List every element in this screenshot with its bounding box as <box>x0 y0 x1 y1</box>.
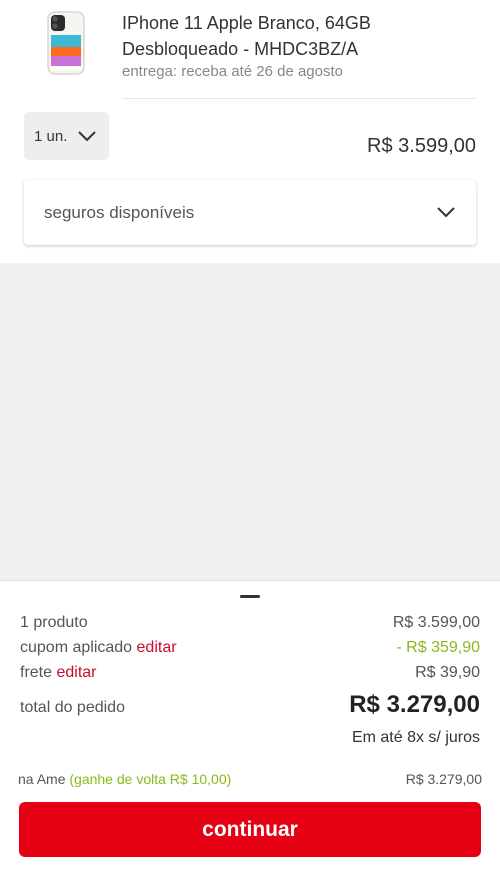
shipping-value: R$ 39,90 <box>415 664 480 681</box>
chevron-down-icon <box>78 131 97 142</box>
quantity-label: 1 un. <box>34 127 68 145</box>
shipping-edit-link[interactable]: editar <box>56 664 96 681</box>
order-summary-sheet: 1 produto R$ 3.599,00 cupom aplicado edi… <box>0 580 500 875</box>
products-label: 1 produto <box>20 614 88 631</box>
coupon-row: cupom aplicado editar - R$ 359,90 <box>20 639 480 657</box>
ame-value: R$ 3.279,00 <box>405 771 482 787</box>
total-value: R$ 3.279,00 <box>349 691 480 718</box>
coupon-value: - R$ 359,90 <box>396 639 480 656</box>
ame-row: na Ame (ganhe de volta R$ 10,00) R$ 3.27… <box>18 771 482 787</box>
item-price: R$ 3.599,00 <box>367 135 476 157</box>
ame-cashback: (ganhe de volta R$ 10,00) <box>69 771 232 787</box>
insurance-dropdown[interactable]: seguros disponíveis <box>24 180 476 245</box>
shipping-label: frete <box>20 664 53 681</box>
chevron-down-icon <box>437 207 455 218</box>
drag-handle[interactable] <box>240 595 260 598</box>
coupon-edit-link[interactable]: editar <box>137 639 177 656</box>
product-title[interactable]: IPhone 11 Apple Branco, 64GB Desbloquead… <box>122 10 462 62</box>
divider <box>122 98 476 99</box>
coupon-group: cupom aplicado editar <box>20 639 177 657</box>
insurance-label: seguros disponíveis <box>44 202 195 222</box>
shipping-row: frete editar R$ 39,90 <box>20 664 480 682</box>
total-row: total do pedido R$ 3.279,00 <box>20 691 480 719</box>
continue-button[interactable]: continuar <box>19 802 481 857</box>
products-row: 1 produto R$ 3.599,00 <box>20 614 480 632</box>
ame-group: na Ame (ganhe de volta R$ 10,00) <box>18 771 231 787</box>
total-label: total do pedido <box>20 699 125 716</box>
delivery-estimate: entrega: receba até 26 de agosto <box>122 63 344 80</box>
coupon-label: cupom aplicado <box>20 639 133 656</box>
empty-content-area <box>0 263 500 580</box>
shipping-group: frete editar <box>20 664 97 682</box>
products-value: R$ 3.599,00 <box>392 614 480 631</box>
installments-info: Em até 8x s/ juros <box>351 729 480 746</box>
product-summary: IPhone 11 Apple Branco, 64GB Desbloquead… <box>0 0 500 100</box>
product-thumbnail[interactable] <box>40 10 92 76</box>
ame-label: na Ame <box>18 771 66 787</box>
quantity-select[interactable]: 1 un. <box>24 112 109 160</box>
